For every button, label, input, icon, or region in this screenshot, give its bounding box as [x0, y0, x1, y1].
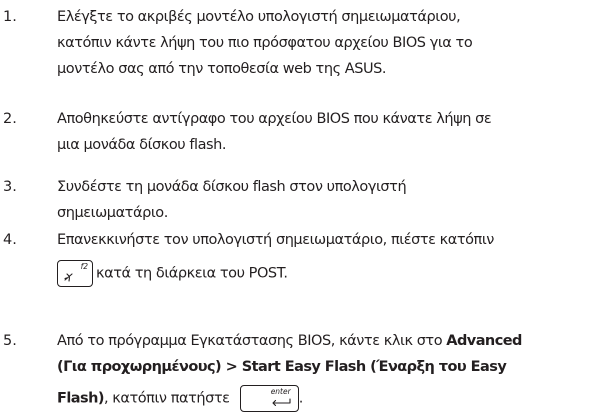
step-number: 2.: [3, 111, 17, 127]
key-label: f2: [80, 262, 88, 271]
step-number: 1.: [3, 9, 17, 25]
step-line: Ελέγξτε το ακριβές μοντέλο υπολογιστή ση…: [57, 9, 461, 25]
step-number: 5.: [3, 333, 17, 349]
step-line: μοντέλο σας από την τοποθεσία web της AS…: [57, 61, 387, 77]
step-bold-run: Advanced: [446, 333, 522, 349]
step-line: Από το πρόγραμμα Εγκατάστασης BIOS, κάντ…: [57, 328, 613, 354]
step-line: f2 κατά τη διάρκεια του POST.: [57, 260, 613, 287]
instruction-list: 1. Ελέγξτε το ακριβές μοντέλο υπολογιστή…: [0, 0, 613, 418]
key-label: enter: [270, 387, 291, 396]
step-line: μια μονάδα δίσκου flash.: [57, 137, 227, 153]
step-text: Αποθηκεύστε αντίγραφο του αρχείου BIOS π…: [57, 106, 613, 158]
airplane-icon: [64, 273, 73, 282]
step-text: Από το πρόγραμμα Εγκατάστασης BIOS, κάντ…: [57, 328, 613, 412]
step-text-run: Από το πρόγραμμα Εγκατάστασης BIOS, κάντ…: [57, 333, 447, 349]
step-number: 3.: [3, 179, 17, 195]
enter-arrow-icon: [272, 398, 291, 406]
step-line: (Για προχωρημένους) > Start Easy Flash (…: [57, 354, 613, 380]
step-line: κατόπιν κάντε λήψη του πιο πρόσφατου αρχ…: [57, 35, 473, 51]
step-line-tail: κατά τη διάρκεια του POST.: [96, 265, 288, 282]
step-line: Επανεκκινήστε τον υπολογιστή σημειωματάρ…: [57, 232, 494, 248]
step-text-run: .: [298, 390, 304, 407]
step-text-run: , κατόπιν πατήστε: [103, 390, 234, 407]
step-number: 4.: [3, 232, 17, 248]
step-line: Συνδέστε τη μονάδα δίσκου flash στον υπο…: [57, 179, 407, 195]
enter-key: enter: [239, 385, 299, 412]
step-line: Αποθηκεύστε αντίγραφο του αρχείου BIOS π…: [57, 111, 492, 127]
step-text: Ελέγξτε το ακριβές μοντέλο υπολογιστή ση…: [57, 4, 613, 82]
f2-key: f2: [57, 260, 93, 287]
step-line: σημειωματάριο.: [57, 205, 168, 221]
step-bold-run: (Για προχωρημένους) > Start Easy Flash (…: [57, 359, 507, 375]
step-text: Συνδέστε τη μονάδα δίσκου flash στον υπο…: [57, 174, 613, 226]
step-text: Επανεκκινήστε τον υπολογιστή σημειωματάρ…: [57, 227, 613, 287]
step-line: Flash), κατόπιν πατήστε enter.: [57, 385, 613, 412]
step-bold-run: Flash): [57, 390, 105, 407]
